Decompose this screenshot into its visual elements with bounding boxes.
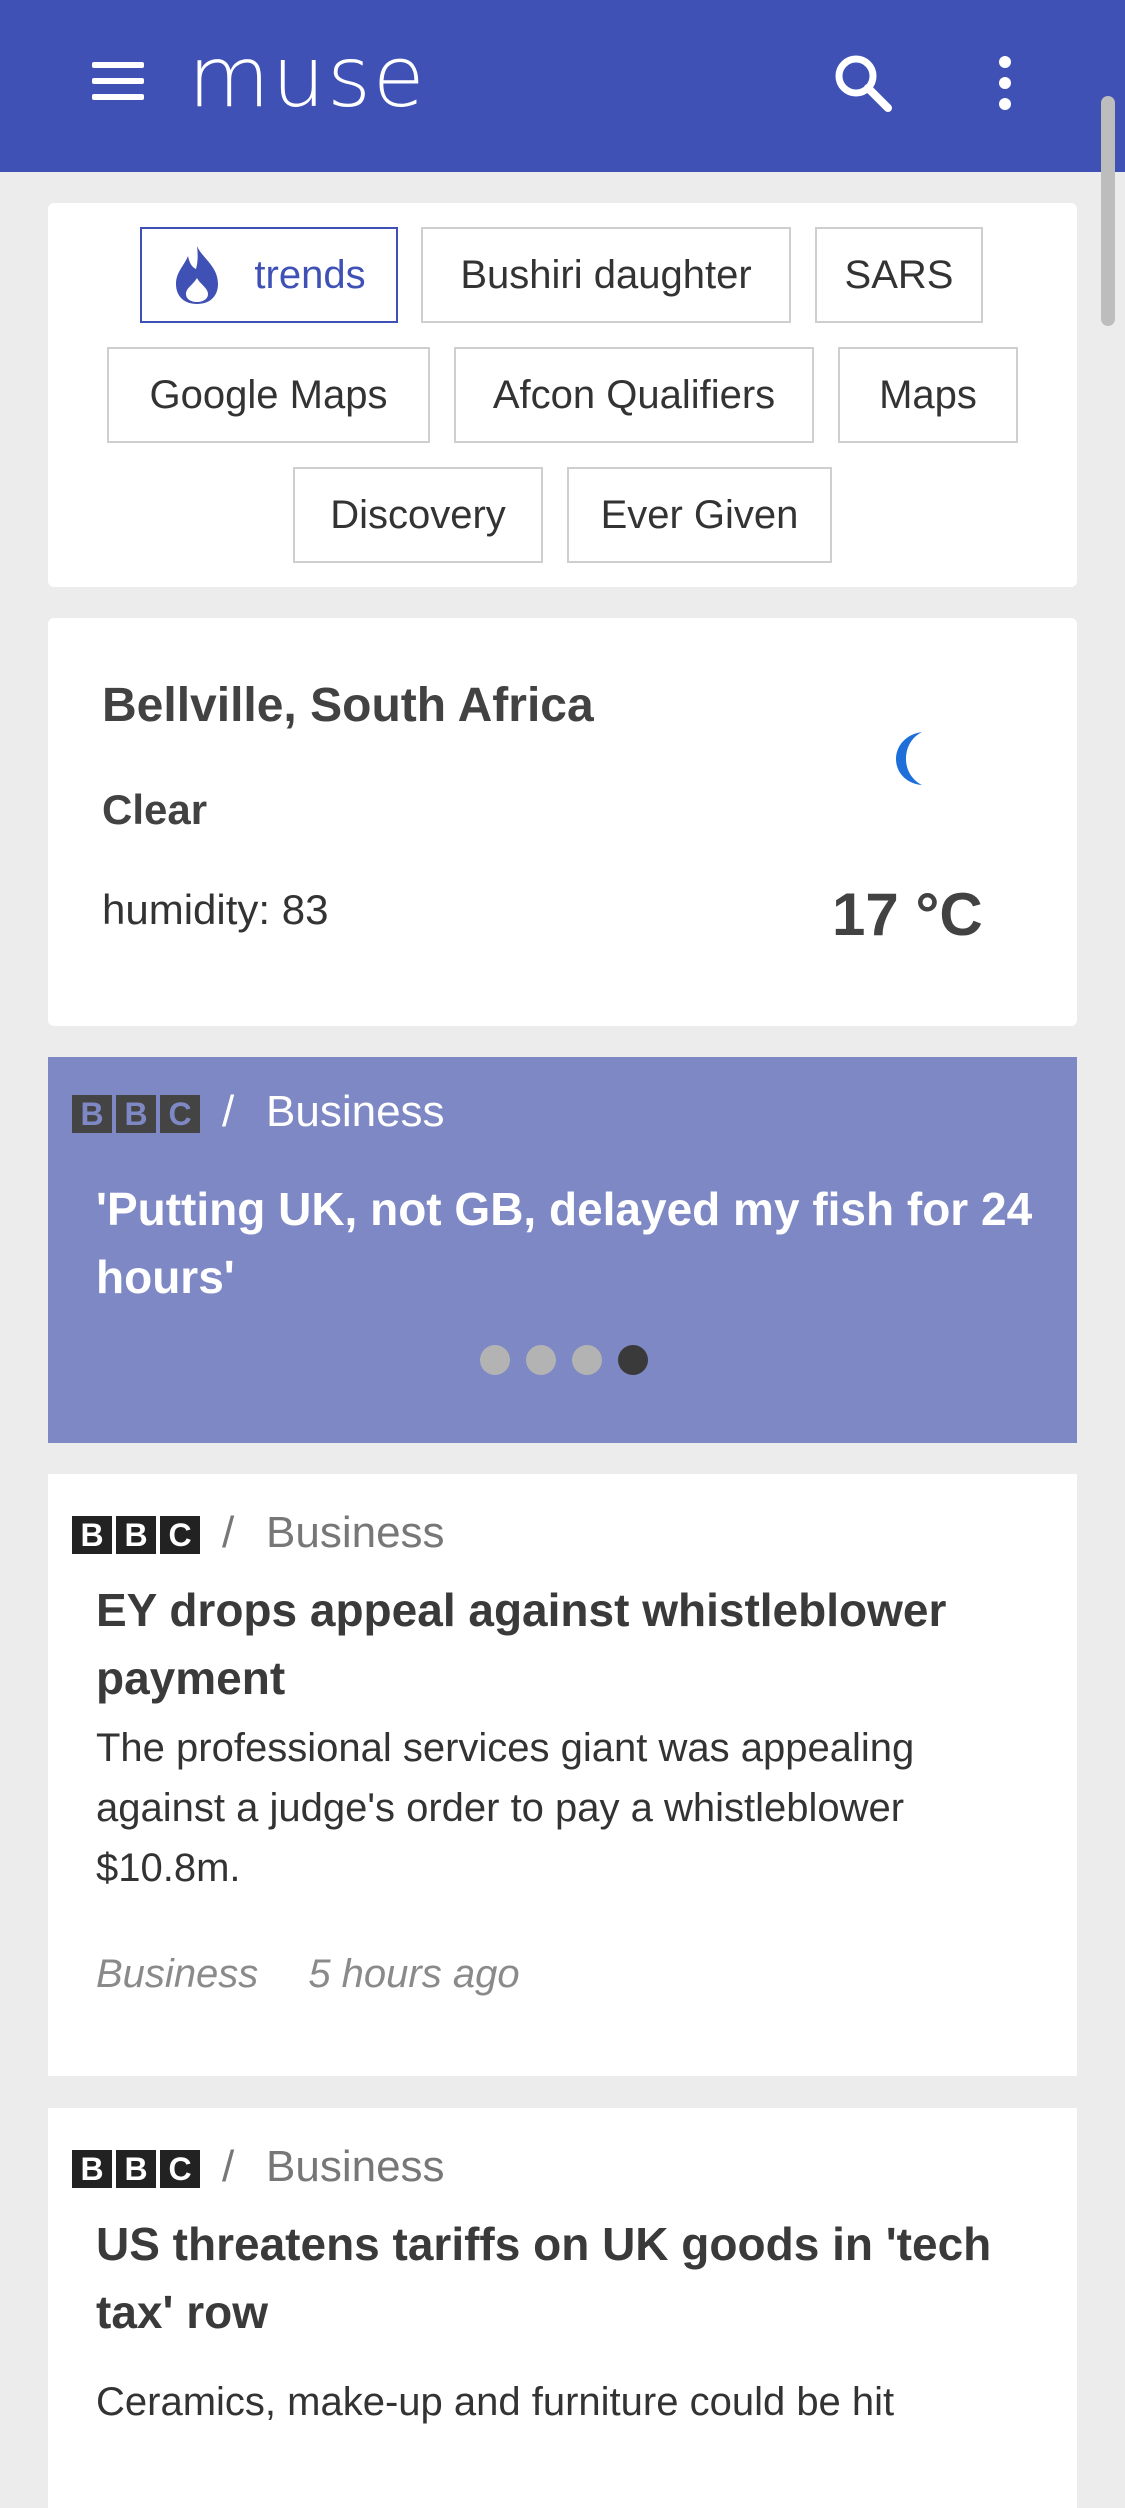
chip-label: SARS (844, 252, 954, 297)
carousel-dot[interactable] (526, 1345, 556, 1375)
carousel-dot-active[interactable] (618, 1345, 648, 1375)
trend-chip-sars[interactable]: SARS (815, 227, 983, 323)
muse-logo[interactable]: muse (188, 34, 508, 124)
weather-card[interactable]: Bellville, South Africa Clear humidity: … (48, 618, 1077, 1026)
bbc-logo: BBC (72, 1516, 200, 1554)
chip-label: Ever Given (600, 492, 799, 537)
weather-location: Bellville, South Africa (102, 679, 594, 732)
trend-chip-google-maps[interactable]: Google Maps (107, 347, 430, 443)
article-tag[interactable]: Business (96, 1952, 258, 1997)
trend-chip-discovery[interactable]: Discovery (293, 467, 543, 563)
bbc-logo: BBC (72, 1095, 200, 1133)
carousel-dot[interactable] (480, 1345, 510, 1375)
flame-icon (176, 246, 219, 304)
source-category[interactable]: Business (266, 2142, 445, 2192)
source-category[interactable]: Business (266, 1087, 445, 1137)
article-title[interactable]: US threatens tariffs on UK goods in 'tec… (96, 2210, 1036, 2346)
trend-chip-maps[interactable]: Maps (838, 347, 1018, 443)
trends-card: trends Bushiri daughter SARS Google Maps… (48, 203, 1077, 587)
bbc-logo: BBC (72, 2150, 200, 2188)
article-card[interactable]: BBC / Business EY drops appeal against w… (48, 1474, 1077, 2076)
more-vert-icon[interactable] (980, 48, 1030, 118)
trend-chip-bushiri-daughter[interactable]: Bushiri daughter (421, 227, 791, 323)
article-title[interactable]: EY drops appeal against whistleblower pa… (96, 1576, 1036, 1712)
chip-label: Bushiri daughter (460, 252, 752, 297)
search-icon[interactable] (828, 48, 898, 118)
moon-icon (896, 732, 922, 785)
chip-label: Maps (879, 372, 977, 417)
article-description: The professional services giant was appe… (96, 1726, 915, 1890)
trend-chip-trends[interactable]: trends (140, 227, 398, 323)
source-separator: / (222, 2142, 235, 2191)
app-bar: muse (0, 0, 1125, 172)
chip-label: Discovery (330, 492, 506, 537)
chip-label: Google Maps (149, 372, 388, 417)
trend-chip-ever-given[interactable]: Ever Given (567, 467, 832, 563)
article-meta: Business 5 hours ago (96, 1952, 520, 1997)
article-time: 5 hours ago (308, 1952, 520, 1996)
source-category[interactable]: Business (266, 1508, 445, 1558)
chip-label: Afcon Qualifiers (492, 372, 776, 417)
source-separator: / (222, 1508, 235, 1557)
featured-carousel[interactable]: BBC / Business 'Putting UK, not GB, dela… (48, 1057, 1077, 1443)
source-separator: / (222, 1087, 235, 1136)
weather-condition: Clear (102, 786, 208, 833)
weather-temperature: 17 °C (832, 881, 983, 948)
svg-text:muse: muse (188, 34, 427, 124)
menu-icon[interactable] (88, 54, 148, 114)
chip-label: trends (254, 252, 366, 297)
carousel-dot[interactable] (572, 1345, 602, 1375)
weather-humidity: humidity: 83 (102, 886, 329, 933)
article-description: Ceramics, make-up and furniture could be… (96, 2380, 895, 2424)
trend-chip-afcon-qualifiers[interactable]: Afcon Qualifiers (454, 347, 814, 443)
scrollbar[interactable] (1101, 96, 1115, 326)
article-card[interactable]: BBC / Business US threatens tariffs on U… (48, 2108, 1077, 2508)
featured-title[interactable]: 'Putting UK, not GB, delayed my fish for… (96, 1175, 1056, 1311)
carousel-indicator (480, 1345, 648, 1375)
